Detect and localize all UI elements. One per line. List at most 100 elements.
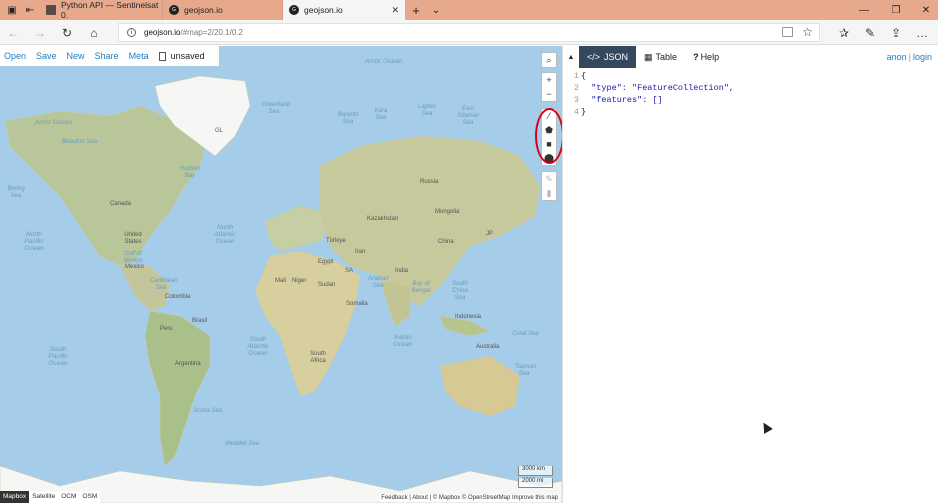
site-info-icon[interactable]: i xyxy=(127,28,136,37)
layer-mapbox[interactable]: Mapbox xyxy=(0,491,30,503)
map-label: Weddell Sea xyxy=(225,441,259,447)
map-label: Indian Ocean xyxy=(393,334,413,348)
map-search-control: ⌕ xyxy=(541,52,557,68)
map-label: Kazakhstan xyxy=(367,216,399,222)
map-label: Hudson Bay xyxy=(179,166,201,179)
scale-mi: 2000 mi xyxy=(518,478,553,488)
edit-icon[interactable]: ✎ xyxy=(542,172,556,186)
geojson-favicon-icon: G xyxy=(169,5,179,15)
pen-icon[interactable]: ✎ xyxy=(862,25,878,41)
line-number: 4 xyxy=(573,107,579,117)
map-label: Türkiye xyxy=(326,238,346,244)
map-label: Mexico xyxy=(125,264,145,270)
document-icon xyxy=(46,5,56,15)
map[interactable]: Open Save New Share Meta unsaved Arctic … xyxy=(0,46,562,503)
map-label: United States xyxy=(124,232,142,245)
map-label: Sudan xyxy=(318,282,336,288)
favorites-icon[interactable]: ✰ xyxy=(836,25,852,41)
map-label: Laptev Sea xyxy=(418,104,437,117)
tab-table[interactable]: ▦ Table xyxy=(636,46,685,68)
help-icon: ? xyxy=(693,52,699,62)
reading-view-icon[interactable] xyxy=(782,27,793,37)
map-label: Niger xyxy=(292,278,307,284)
edit-toolbar: ✎ ▮ xyxy=(541,171,557,201)
home-icon[interactable]: ⌂ xyxy=(85,24,103,42)
chevron-down-icon[interactable]: ⌄ xyxy=(428,2,444,18)
login-link[interactable]: login xyxy=(913,52,932,62)
zoom-out-icon[interactable]: − xyxy=(542,87,556,101)
layer-ocm[interactable]: OCM xyxy=(58,491,79,503)
collapse-panel-icon[interactable]: ▲ xyxy=(563,46,579,68)
search-icon[interactable]: ⌕ xyxy=(542,53,556,67)
close-window-icon[interactable]: ✕ xyxy=(918,2,934,18)
map-label: Scotia Sea xyxy=(193,408,223,414)
back-arrow-icon[interactable]: ← xyxy=(4,24,22,42)
line-number: 1 xyxy=(573,71,579,81)
maximize-icon[interactable]: ❐ xyxy=(888,2,904,18)
map-label: JP xyxy=(486,231,494,237)
map-toolbar: Open Save New Share Meta unsaved xyxy=(0,46,219,66)
tab-json[interactable]: </> JSON xyxy=(579,46,637,68)
browser-tab-strip: ▣ ⇤ Python API — Sentinelsat 0. G geojso… xyxy=(0,0,938,20)
share-button[interactable]: Share xyxy=(95,51,119,61)
map-label: Tasman Sea xyxy=(515,364,537,377)
tab-geojson-1[interactable]: G geojson.io xyxy=(163,0,283,20)
forward-arrow-icon[interactable]: → xyxy=(31,24,49,42)
map-label: Kara Sea xyxy=(374,108,388,121)
layer-osm[interactable]: OSM xyxy=(79,491,100,503)
zoom-in-icon[interactable]: + xyxy=(542,73,556,87)
minimize-icon[interactable]: — xyxy=(856,2,872,18)
map-attribution[interactable]: Feedback | About | © Mapbox © OpenStreet… xyxy=(379,494,560,502)
tab-sentinelsat[interactable]: Python API — Sentinelsat 0. xyxy=(40,0,163,20)
close-tab-icon[interactable]: ✕ xyxy=(391,5,399,16)
refresh-icon[interactable]: ↻ xyxy=(58,24,76,42)
map-label: South Pacific Ocean xyxy=(48,346,68,367)
map-label: North Atlantic Ocean xyxy=(214,224,236,245)
anon-link[interactable]: anon xyxy=(887,52,907,62)
map-label: Indonesia xyxy=(455,314,482,320)
delete-icon[interactable]: ▮ xyxy=(542,186,556,200)
code-line: "type": "FeatureCollection", xyxy=(581,83,735,93)
map-label: Iran xyxy=(355,249,366,255)
map-label: SA xyxy=(345,268,354,274)
tab-help[interactable]: ? Help xyxy=(685,46,727,68)
map-label: East Siberian Sea xyxy=(456,106,479,126)
highlight-circle xyxy=(535,108,562,164)
file-icon xyxy=(158,51,166,61)
url-field[interactable]: i geojson.io/#map=2/20.1/0.2 ☆ xyxy=(118,23,820,42)
tab-actions-icon[interactable]: ▣ xyxy=(4,2,20,18)
map-label: Arabian Sea xyxy=(368,276,389,289)
new-button[interactable]: New xyxy=(67,51,85,61)
map-label: Peru xyxy=(160,326,173,332)
zoom-control: + − xyxy=(541,72,557,102)
map-label: Greenland Sea xyxy=(262,102,291,115)
share-icon[interactable]: ⇪ xyxy=(888,25,904,41)
map-label: Canada xyxy=(110,201,132,207)
map-label: Beaufort Sea xyxy=(62,139,98,145)
tab-aside-icon[interactable]: ⇤ xyxy=(22,2,38,18)
favorite-star-icon[interactable]: ☆ xyxy=(802,25,813,39)
layer-switcher: Mapbox Satellite OCM OSM xyxy=(0,491,101,503)
meta-button[interactable]: Meta xyxy=(129,51,149,61)
map-label: Coral Sea xyxy=(512,331,539,337)
map-label: South Atlantic Ocean xyxy=(247,336,269,357)
open-button[interactable]: Open xyxy=(4,51,26,61)
tab-geojson-active[interactable]: G geojson.io ✕ xyxy=(283,0,405,20)
map-label: Brasil xyxy=(192,318,208,324)
save-button[interactable]: Save xyxy=(36,51,57,61)
map-label: China xyxy=(438,239,454,245)
new-tab-icon[interactable]: + xyxy=(408,2,424,18)
map-label: Barents Sea xyxy=(338,112,359,125)
map-label: North Pacific Ocean xyxy=(24,231,44,252)
code-line: { xyxy=(581,71,587,81)
map-label: Bering Sea xyxy=(7,186,25,199)
more-icon[interactable]: … xyxy=(914,25,930,41)
map-label: India xyxy=(395,268,409,274)
map-label: Australia xyxy=(476,344,500,350)
map-label: Mali xyxy=(275,278,287,284)
map-label: Caribbean Sea xyxy=(150,278,178,291)
map-label: Arctic Ocean xyxy=(35,119,73,126)
layer-satellite[interactable]: Satellite xyxy=(29,491,58,503)
map-label: Bay of Bengal xyxy=(411,281,431,294)
map-label: South Africa xyxy=(310,351,326,364)
